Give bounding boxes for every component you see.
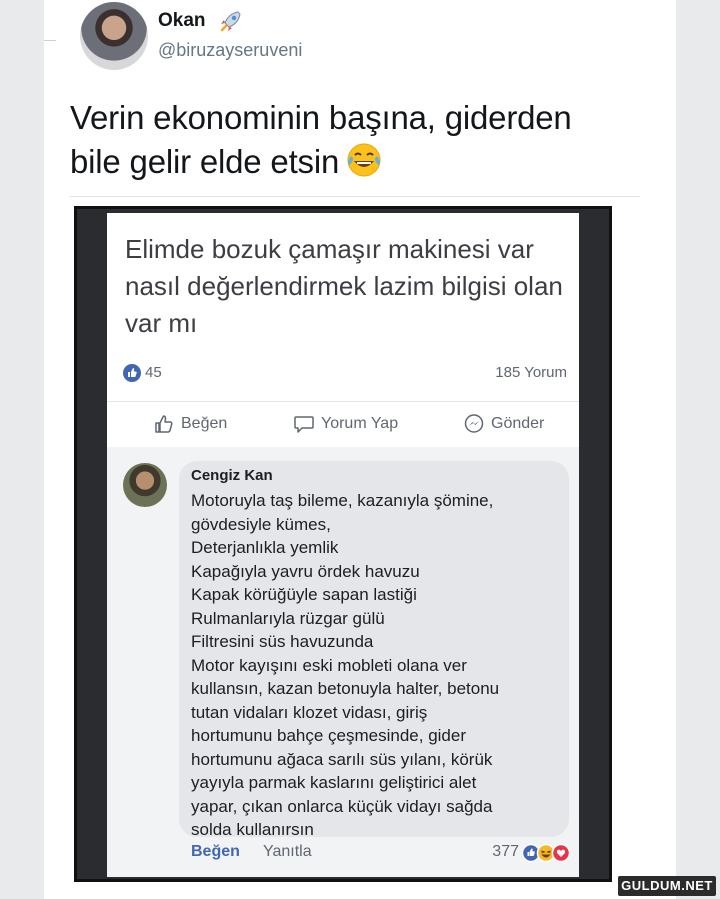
thumbs-up-icon: [155, 415, 173, 433]
site-watermark: GULDUM.NET: [618, 876, 716, 896]
reaction-count[interactable]: 377: [492, 843, 519, 861]
heart-reaction-icon: [551, 843, 571, 863]
commenter-name[interactable]: Cengiz Kan: [191, 467, 273, 484]
reaction-icons[interactable]: [521, 843, 571, 863]
comment-like-link[interactable]: Beğen: [191, 843, 240, 861]
comment-section: Cengiz Kan Motoruyla taş bileme, kazanıy…: [107, 447, 579, 877]
tweet-text: Verin ekonominin başına, giderden bile g…: [70, 96, 630, 184]
post-text: Elimde bozuk çamaşır makinesi var nasıl …: [125, 234, 563, 338]
post-stats: 45 185 Yorum: [123, 363, 567, 385]
comment-reply-link[interactable]: Yanıtla: [263, 843, 312, 861]
face-with-tears-of-joy-icon: [347, 143, 381, 177]
messenger-icon: [464, 414, 484, 433]
rocket-icon: [220, 11, 241, 32]
like-button[interactable]: Beğen: [153, 412, 227, 436]
action-bar: Beğen Yorum Yap Gönder: [107, 401, 579, 446]
commenter-avatar[interactable]: [123, 463, 167, 507]
avatar[interactable]: [80, 2, 148, 70]
author-handle[interactable]: @biruzayseruveni: [158, 40, 302, 61]
comment-bubble-icon: [294, 416, 314, 433]
send-button[interactable]: Gönder: [463, 412, 544, 436]
facebook-post: Elimde bozuk çamaşır makinesi var nasıl …: [107, 213, 579, 877]
like-button-label: Beğen: [181, 415, 228, 432]
comment-button-label: Yorum Yap: [321, 415, 399, 432]
tweet-body: Verin ekonominin başına, giderden bile g…: [70, 99, 572, 180]
like-count[interactable]: 45: [145, 364, 162, 381]
comment-bubble: Cengiz Kan Motoruyla taş bileme, kazanıy…: [179, 461, 569, 839]
comment-footer: Beğen Yanıtla 377: [191, 843, 571, 867]
divider: [44, 40, 56, 41]
comment-button[interactable]: Yorum Yap: [293, 412, 398, 436]
comment-count[interactable]: 185 Yorum: [495, 364, 567, 381]
separator: [70, 196, 640, 197]
like-badge-icon: [123, 364, 141, 382]
send-button-label: Gönder: [491, 415, 545, 432]
author-name[interactable]: Okan: [158, 10, 206, 32]
comment-text: Motoruyla taş bileme, kazanıyla şömine, …: [191, 491, 500, 839]
embedded-screenshot: Elimde bozuk çamaşır makinesi var nasıl …: [74, 206, 612, 882]
